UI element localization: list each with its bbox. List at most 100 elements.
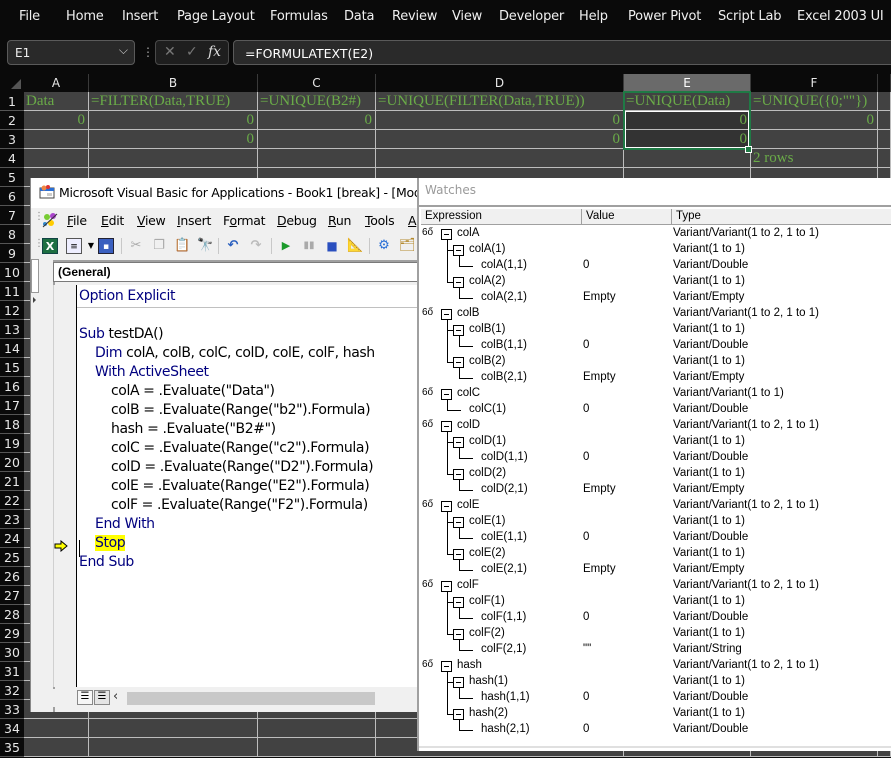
ribbon-tab-help[interactable]: Help xyxy=(579,9,608,24)
row-header-4[interactable]: 4 xyxy=(0,149,24,168)
row-header-10[interactable]: 10 xyxy=(0,263,24,282)
column-header-expression[interactable]: Expression xyxy=(421,209,582,225)
watch-row[interactable]: colF(2,1) "" Variant/String xyxy=(419,642,891,658)
find-icon[interactable]: 🔭 xyxy=(197,238,213,254)
cell-b1[interactable]: =FILTER(Data,TRUE) xyxy=(89,92,258,111)
cell-f2[interactable]: 0 xyxy=(751,111,878,130)
fill-handle[interactable] xyxy=(745,146,752,153)
watch-row[interactable]: colE(1) Variant(1 to 1) xyxy=(419,514,891,530)
reset-icon[interactable]: ■ xyxy=(324,238,340,254)
watch-row[interactable]: 6ố colF Variant/Variant(1 to 2, 1 to 1) xyxy=(419,578,891,594)
watch-row[interactable]: 6ố colC Variant/Variant(1 to 1) xyxy=(419,386,891,402)
watch-row[interactable]: colE(2) Variant(1 to 1) xyxy=(419,546,891,562)
row-header-19[interactable]: 19 xyxy=(0,434,24,453)
row-header-27[interactable]: 27 xyxy=(0,586,24,605)
cell-b2[interactable]: 0 xyxy=(89,111,258,130)
vba-menu-debug[interactable]: Debug xyxy=(277,213,317,228)
watch-row[interactable]: colD(1,1) 0 Variant/Double xyxy=(419,450,891,466)
cell-c2[interactable]: 0 xyxy=(258,111,376,130)
row-header-23[interactable]: 23 xyxy=(0,510,24,529)
row-header-1[interactable]: 1 xyxy=(0,92,24,111)
row-header-20[interactable]: 20 xyxy=(0,453,24,472)
ribbon-tab-insert[interactable]: Insert xyxy=(122,9,158,24)
collapse-icon[interactable] xyxy=(453,357,464,368)
collapse-icon[interactable] xyxy=(441,421,452,432)
row-header-11[interactable]: 11 xyxy=(0,282,24,301)
cell-c1[interactable]: =UNIQUE(B2#) xyxy=(258,92,376,111)
cell-c35[interactable] xyxy=(258,738,376,757)
ribbon-tab-developer[interactable]: Developer xyxy=(499,9,564,24)
watch-row[interactable]: 6ố colB Variant/Variant(1 to 2, 1 to 1) xyxy=(419,306,891,322)
row-header-18[interactable]: 18 xyxy=(0,415,24,434)
cell-a34[interactable] xyxy=(24,719,89,738)
watch-row[interactable]: hash(2) Variant(1 to 1) xyxy=(419,706,891,722)
vba-menu-insert[interactable]: Insert xyxy=(177,213,211,228)
collapse-icon[interactable] xyxy=(453,549,464,560)
cell-b4[interactable] xyxy=(89,149,258,168)
column-header-c[interactable]: C xyxy=(258,74,376,92)
collapse-icon[interactable] xyxy=(453,597,464,608)
vba-menu-format[interactable]: Format xyxy=(223,213,266,228)
watch-row[interactable]: 6ố hash Variant/Variant(1 to 2, 1 to 1) xyxy=(419,658,891,674)
row-header-34[interactable]: 34 xyxy=(0,719,24,738)
watch-row[interactable]: colD(2) Variant(1 to 1) xyxy=(419,466,891,482)
cell-b3[interactable]: 0 xyxy=(89,130,258,149)
ribbon-tab-review[interactable]: Review xyxy=(392,9,437,24)
collapse-icon[interactable] xyxy=(441,501,452,512)
project-pane-scroll[interactable] xyxy=(31,259,39,293)
vba-menu-add-ins[interactable]: A xyxy=(408,213,417,228)
vba-menu-view[interactable]: View xyxy=(137,213,166,228)
watch-row[interactable]: 6ố colD Variant/Variant(1 to 2, 1 to 1) xyxy=(419,418,891,434)
view-excel-icon[interactable]: X xyxy=(42,238,58,254)
copy-icon[interactable]: ❐ xyxy=(151,238,167,254)
cell-a3[interactable] xyxy=(24,130,89,149)
ribbon-tab-power-pivot[interactable]: Power Pivot xyxy=(628,9,701,24)
row-header-32[interactable]: 32 xyxy=(0,681,24,700)
cell-a4[interactable] xyxy=(24,149,89,168)
name-box[interactable]: E1 ⌵ xyxy=(7,40,135,65)
watch-row[interactable]: hash(1,1) 0 Variant/Double xyxy=(419,690,891,706)
watch-row[interactable]: hash(1) Variant(1 to 1) xyxy=(419,674,891,690)
watch-row[interactable]: 6ố colE Variant/Variant(1 to 2, 1 to 1) xyxy=(419,498,891,514)
ribbon-tab-home[interactable]: Home xyxy=(66,9,104,24)
column-header-f[interactable]: F xyxy=(751,74,878,92)
column-header-a[interactable]: A xyxy=(24,74,89,92)
row-header-9[interactable]: 9 xyxy=(0,244,24,263)
watch-row[interactable]: colA(1,1) 0 Variant/Double xyxy=(419,258,891,274)
more-options-icon[interactable]: ⋮ xyxy=(142,45,154,59)
scroll-left-icon[interactable]: ‹ xyxy=(113,689,118,704)
cell-g2[interactable] xyxy=(878,111,891,130)
row-header-8[interactable]: 8 xyxy=(0,225,24,244)
ribbon-tab-page-layout[interactable]: Page Layout xyxy=(177,9,255,24)
row-header-7[interactable]: 7 xyxy=(0,206,24,225)
column-header-d[interactable]: D xyxy=(376,74,624,92)
collapse-icon[interactable] xyxy=(453,277,464,288)
column-header-g[interactable] xyxy=(878,74,891,92)
ribbon-tab-data[interactable]: Data xyxy=(344,9,374,24)
design-mode-icon[interactable]: 📐 xyxy=(347,238,363,254)
column-header-value[interactable]: Value xyxy=(582,209,672,225)
watch-row[interactable]: colA(1) Variant(1 to 1) xyxy=(419,242,891,258)
scrollbar-thumb[interactable] xyxy=(127,692,375,705)
properties-window-icon[interactable]: 🗂 xyxy=(399,238,416,254)
row-header-28[interactable]: 28 xyxy=(0,605,24,624)
collapse-icon[interactable] xyxy=(453,629,464,640)
ribbon-tab-view[interactable]: View xyxy=(452,9,482,24)
watch-row[interactable]: colE(1,1) 0 Variant/Double xyxy=(419,530,891,546)
collapse-icon[interactable] xyxy=(453,325,464,336)
formula-input[interactable]: =FORMULATEXT(E2) xyxy=(233,40,891,65)
project-explorer-icon[interactable]: ⚙ xyxy=(376,238,392,254)
cell-f3[interactable] xyxy=(751,130,878,149)
vba-menu-tools[interactable]: Tools xyxy=(365,213,395,228)
row-header-25[interactable]: 25 xyxy=(0,548,24,567)
row-header-5[interactable]: 5 xyxy=(0,168,24,187)
cell-a1[interactable]: Data xyxy=(24,92,89,111)
undo-icon[interactable]: ↶ xyxy=(225,238,241,254)
ribbon-tab-formulas[interactable]: Formulas xyxy=(270,9,328,24)
watch-row[interactable]: 6ố colA Variant/Variant(1 to 2, 1 to 1) xyxy=(419,226,891,242)
cell-b34[interactable] xyxy=(89,719,258,738)
column-header-e[interactable]: E xyxy=(624,74,751,92)
collapse-icon[interactable] xyxy=(453,469,464,480)
watch-row[interactable]: hash(2,1) 0 Variant/Double xyxy=(419,722,891,738)
row-header-3[interactable]: 3 xyxy=(0,130,24,149)
